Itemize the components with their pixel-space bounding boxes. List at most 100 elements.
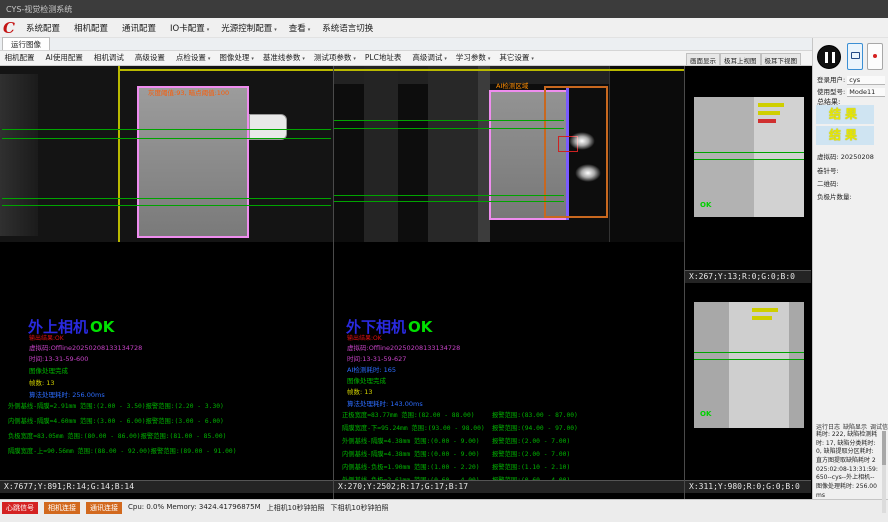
toolbar-button[interactable]: 图像处理▾ <box>215 52 259 63</box>
electrode-region <box>729 302 789 428</box>
main-area: 灰度阈值:93, 暗点阈值:100 外上相机OK 输出结果:OK 虚拟码:Off… <box>0 66 812 499</box>
toolbar-button[interactable]: 基准线参数▾ <box>258 52 309 63</box>
frame-count: 帧数: 13 <box>29 377 55 387</box>
electrode-region <box>754 97 804 217</box>
measure-line <box>694 159 804 160</box>
model-field[interactable]: Mode11 <box>847 88 885 97</box>
camera-panel-upper: 灰度阈值:93, 暗点阈值:100 外上相机OK 输出结果:OK 虚拟码:Off… <box>0 66 333 499</box>
model-label: 使用型号: <box>817 88 845 96</box>
measure-line <box>334 195 564 196</box>
chevron-down-icon: ▾ <box>444 56 447 62</box>
measurement-row: 内侧基线-负极=1.90mm 范围:(1.00 - 2.20) 报警范围:(1.… <box>342 462 682 475</box>
toolbar-button[interactable]: PLC地址表 <box>360 52 407 63</box>
heartbeat-badge: 心跳信号 <box>2 502 38 514</box>
aux-camera-column: OK X:267;Y:13;R:0;G:0;B:0 OK X:311;Y:980… <box>684 66 811 499</box>
chevron-down-icon: ▾ <box>207 27 210 33</box>
vcode-value: 20250208 <box>841 153 874 161</box>
scrollbar-thumb[interactable] <box>882 431 886 465</box>
toolbar-button[interactable]: 测试项参数▾ <box>309 52 360 63</box>
overlay-line <box>118 69 333 71</box>
camera-image-upper[interactable]: 灰度阈值:93, 暗点阈值:100 <box>0 66 333 242</box>
toolbar-button[interactable]: 点检设置▾ <box>171 52 215 63</box>
threshold-label: 灰度阈值:93, 暗点阈值:100 <box>148 87 229 97</box>
chevron-down-icon: ▾ <box>251 56 254 62</box>
measurement-row: 隔膜宽度-下=95.24mm 范围:(93.00 - 98.00) 报警范围:(… <box>342 423 682 436</box>
user-field[interactable]: cys <box>847 76 885 85</box>
aux-camera-bottom[interactable]: OK <box>685 283 811 480</box>
output-result: 输出结果:OK <box>29 333 64 342</box>
toolbar-button[interactable]: 高级调试▾ <box>408 52 452 63</box>
barcode-line: 虚拟码:Offline20250208133134728 <box>29 342 142 352</box>
ok-status: OK <box>408 318 432 336</box>
record-button[interactable] <box>867 43 883 70</box>
ok-status: OK <box>700 410 711 418</box>
user-row: 登录用户: cys <box>817 74 885 85</box>
ai-region-box <box>544 86 608 218</box>
menu-item[interactable]: 系统语言切换 <box>316 22 381 34</box>
menu-items: 系统配置 相机配置 通讯配置 IO卡配置▾ 光源控制配置▾ 查看▾ 系统语言切换 <box>20 22 381 34</box>
aux-camera-top[interactable]: OK <box>685 66 811 270</box>
measurement-row: 内侧基线-隔膜=4.38mm 范围:(0.00 - 9.00) 报警范围:(2.… <box>342 449 682 462</box>
menu-item[interactable]: 光源控制配置▾ <box>215 22 283 34</box>
machine-structure <box>428 66 478 242</box>
camera-panel-lower: AI检测区域 外下相机OK 输出结果:OK 虚拟码:Offline2025020… <box>333 66 684 499</box>
measurement-row: 内侧基线-隔膜=4.60mm 范围:(3.00 - 6.00) 报警范围:(3.… <box>8 416 331 431</box>
top-camera-status: 上相机10秒钟拍照 <box>267 502 325 513</box>
measurement-row: 外侧基线-隔膜=4.38mm 范围:(0.00 - 9.00) 报警范围:(2.… <box>342 436 682 449</box>
tab-strip: 运行图像 <box>0 38 812 51</box>
tab-run-image[interactable]: 运行图像 <box>2 37 50 50</box>
toolbar-button[interactable]: 其它设置▾ <box>495 52 539 63</box>
toolbar-button[interactable]: AI使用配置 <box>41 52 89 63</box>
log-tab[interactable]: 运行日志 <box>816 422 840 431</box>
menu-item[interactable]: IO卡配置▾ <box>164 22 215 34</box>
menu-item[interactable]: 通讯配置 <box>116 22 164 34</box>
toolbar-button[interactable]: 相机配置 <box>0 52 41 63</box>
log-scrollbar[interactable] <box>882 431 886 513</box>
camera-view-button[interactable] <box>847 43 863 70</box>
pause-icon <box>825 52 835 63</box>
sidebar: 登录用户: cys 使用型号: Mode11 总结果: 结果 结果 虚拟码: 2… <box>812 38 888 499</box>
measurement-row: 外侧基线-隔膜=2.91mm 范围:(2.00 - 3.50) 报警范围:(2.… <box>8 401 331 416</box>
electrode-region <box>137 86 249 238</box>
log-text: 耗时: 222, 缺陷检测耗时: 17, 缺陷分类耗时: 0, 缺陷提取分区耗时… <box>816 431 879 501</box>
vcode-label: 虚拟码: <box>817 153 839 161</box>
time-line: 时间:13-31-59-627 <box>347 353 406 363</box>
toolbar-button[interactable]: 学习参数▾ <box>451 52 495 63</box>
log-tab[interactable]: 缺陷显示 <box>843 422 867 431</box>
measurement-list: 正极宽度=83.77mm 范围:(82.00 - 88.00) 报警范围:(83… <box>342 410 682 488</box>
measurement-row: 隔膜宽度-上=90.56mm 范围:(88.00 - 92.00) 报警范围:(… <box>8 446 331 461</box>
view-tab[interactable]: 极耳下视图 <box>761 53 802 65</box>
annotation-mark <box>758 111 780 115</box>
measure-line <box>334 120 564 121</box>
toolbar: 相机配置 AI使用配置 相机调试 高级设置 点检设置▾ 图像处理▾ 基准线参数▾… <box>0 51 812 66</box>
user-label: 登录用户: <box>817 76 845 84</box>
camera-icon <box>851 52 860 59</box>
measurement-list: 外侧基线-隔膜=2.91mm 范围:(2.00 - 3.50) 报警范围:(2.… <box>8 401 331 461</box>
pause-button[interactable] <box>817 45 841 69</box>
result-display-2: 结果 <box>816 126 874 145</box>
title-bar: CYS-视觉检测系统 <box>0 0 888 18</box>
count-label: 负极片数量: <box>817 191 885 201</box>
view-tab[interactable]: 画面显示 <box>686 53 720 65</box>
elapsed-time: 算法处理耗时: 256.00ms <box>29 389 105 399</box>
frame-count: 帧数: 13 <box>347 386 373 396</box>
annotation-mark <box>758 119 776 123</box>
led-glow <box>569 132 595 150</box>
ok-status: OK <box>700 201 711 209</box>
camera-image-lower[interactable]: AI检测区域 <box>334 66 684 242</box>
measure-line <box>2 129 331 130</box>
chevron-down-icon: ▾ <box>531 56 534 62</box>
view-tab[interactable]: 极耳上视图 <box>720 53 761 65</box>
menu-item[interactable]: 系统配置 <box>20 22 68 34</box>
toolbar-button[interactable]: 高级设置 <box>130 52 171 63</box>
toolbar-items: 相机配置 AI使用配置 相机调试 高级设置 点检设置▾ 图像处理▾ 基准线参数▾… <box>0 52 538 63</box>
chevron-down-icon: ▾ <box>274 27 277 33</box>
annotation-mark <box>752 308 778 312</box>
menu-item[interactable]: 相机配置 <box>68 22 116 34</box>
cpu-memory-status: Cpu: 0.0% Memory: 3424.41796875M <box>128 502 261 511</box>
menu-item[interactable]: 查看▾ <box>283 22 317 34</box>
log-tab[interactable]: 调试信息 <box>870 422 888 431</box>
toolbar-button[interactable]: 相机调试 <box>89 52 130 63</box>
model-row: 使用型号: Mode11 <box>817 86 885 97</box>
overlay-line <box>118 66 120 242</box>
